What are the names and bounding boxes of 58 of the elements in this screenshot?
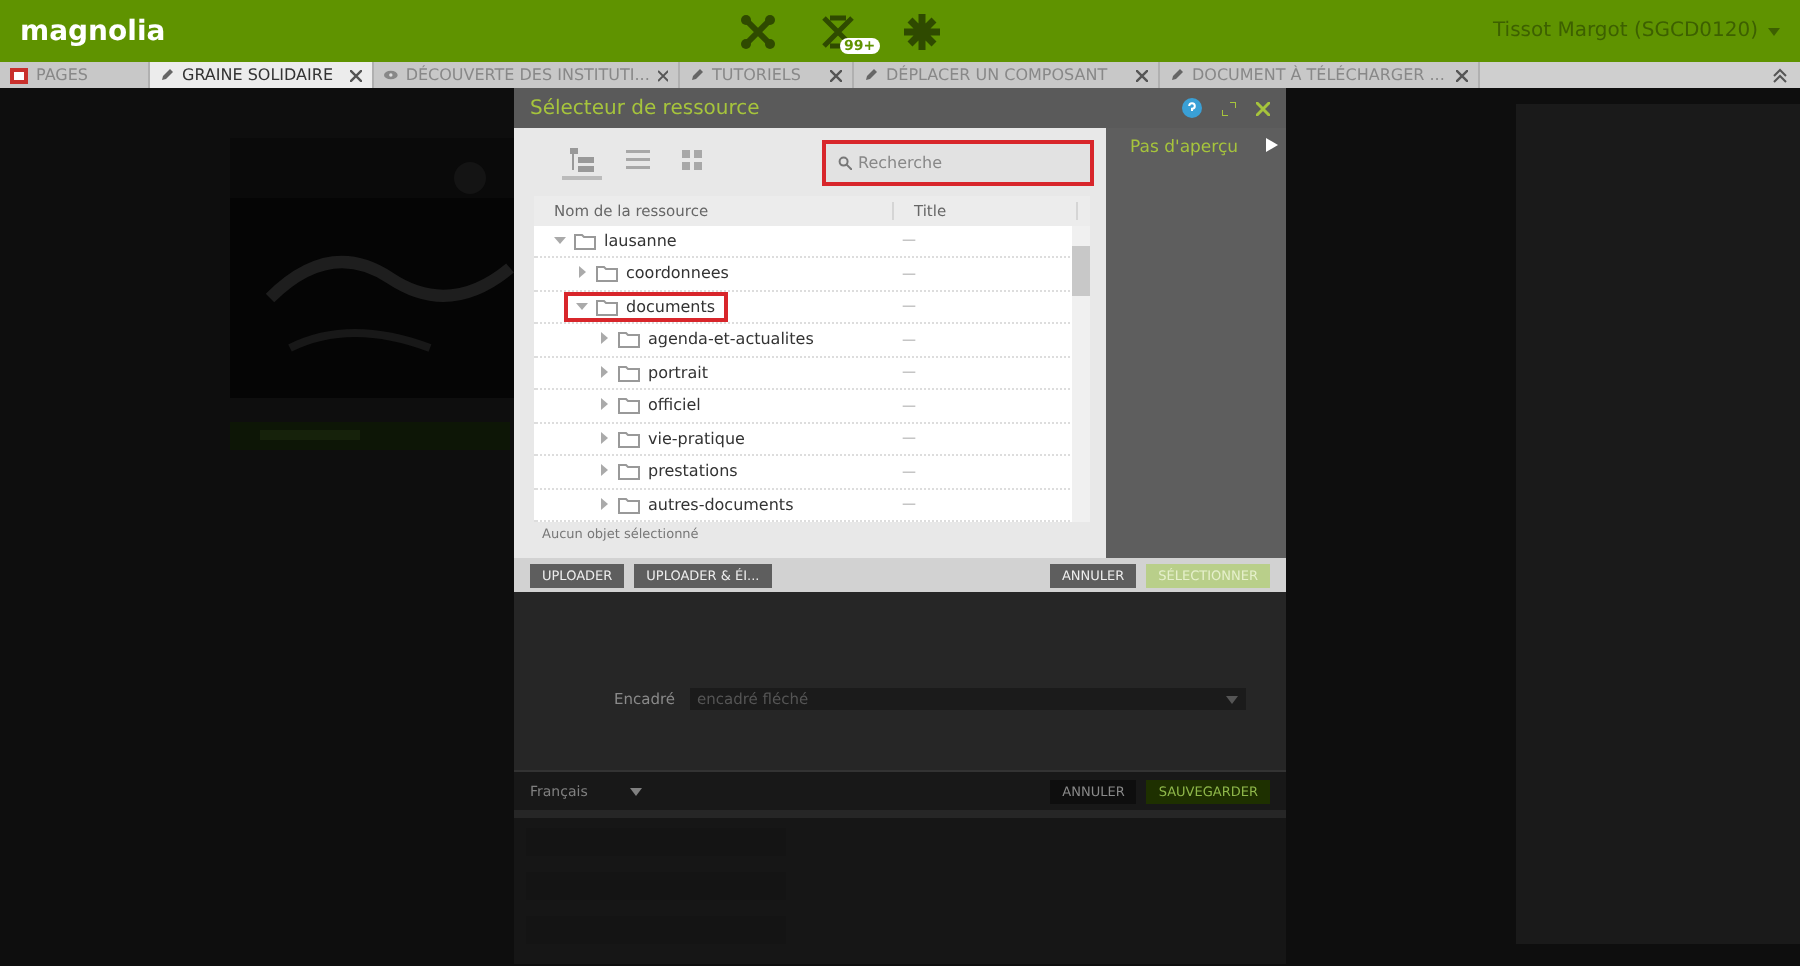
chevron-icon[interactable] (576, 299, 588, 312)
folder-icon (618, 396, 640, 415)
folder-icon (574, 231, 596, 250)
tree-view-icon (570, 148, 594, 172)
folder-icon (618, 462, 640, 481)
resource-name[interactable]: agenda-et-actualites (590, 328, 822, 351)
chevron-icon[interactable] (576, 266, 588, 279)
pencil-icon (690, 68, 704, 82)
caret-icon (1768, 27, 1780, 35)
pencil-icon (160, 68, 174, 82)
play-icon[interactable] (1266, 138, 1278, 152)
collapse-icon[interactable] (1772, 67, 1788, 83)
pages-icon (10, 67, 28, 83)
chevron-icon[interactable] (598, 365, 610, 378)
resource-name[interactable]: documents (568, 295, 724, 318)
folder-icon (618, 330, 640, 349)
caret-icon (630, 787, 642, 795)
resource-name[interactable]: officiel (590, 394, 709, 417)
expand-icon[interactable] (1222, 101, 1236, 115)
folder-icon (618, 363, 640, 382)
dialog-title: Sélecteur de ressource (530, 97, 762, 119)
folder-icon (618, 495, 640, 514)
chevron-icon[interactable] (598, 332, 610, 345)
pencil-icon (1170, 68, 1184, 82)
logo: magnolia (20, 15, 168, 47)
preview-text: Pas d'aperçu (1130, 138, 1239, 162)
pencil-icon (864, 68, 878, 82)
search-field[interactable]: Recherche (826, 143, 1090, 181)
chevron-icon[interactable] (598, 398, 610, 411)
tab[interactable]: GRAINE SOLIDAIRE (150, 62, 374, 88)
folder-icon (596, 297, 618, 316)
view-button[interactable] (562, 144, 602, 180)
close-icon[interactable] (1256, 101, 1270, 115)
chevron-icon[interactable] (554, 233, 566, 246)
folder-icon (596, 264, 618, 283)
close-icon[interactable] (1136, 69, 1148, 81)
close-icon[interactable] (350, 69, 362, 81)
resource-name[interactable]: portrait (590, 361, 716, 384)
chevron-icon[interactable] (598, 464, 610, 477)
resource-name[interactable]: autres-documents (590, 493, 802, 516)
resource-name[interactable]: coordonnees (568, 262, 737, 285)
eye-icon (384, 70, 398, 80)
list-view-icon (626, 150, 650, 170)
close-icon[interactable] (830, 69, 842, 81)
caret-icon (1226, 695, 1238, 703)
close-icon[interactable] (1456, 69, 1468, 81)
close-icon[interactable] (657, 69, 668, 81)
resource-name[interactable]: prestations (590, 460, 746, 483)
chevron-icon[interactable] (598, 497, 610, 510)
chevron-icon[interactable] (598, 431, 610, 444)
folder-icon (618, 429, 640, 448)
grid-view-icon (682, 150, 702, 170)
resource-name[interactable]: lausanne (546, 229, 685, 252)
scrollbar[interactable] (1072, 226, 1090, 522)
cross-arrows-icon[interactable] (740, 13, 776, 49)
asterisk-icon[interactable] (904, 13, 940, 49)
help-icon[interactable] (1182, 98, 1202, 118)
resource-name[interactable]: vie-pratique (590, 427, 753, 450)
